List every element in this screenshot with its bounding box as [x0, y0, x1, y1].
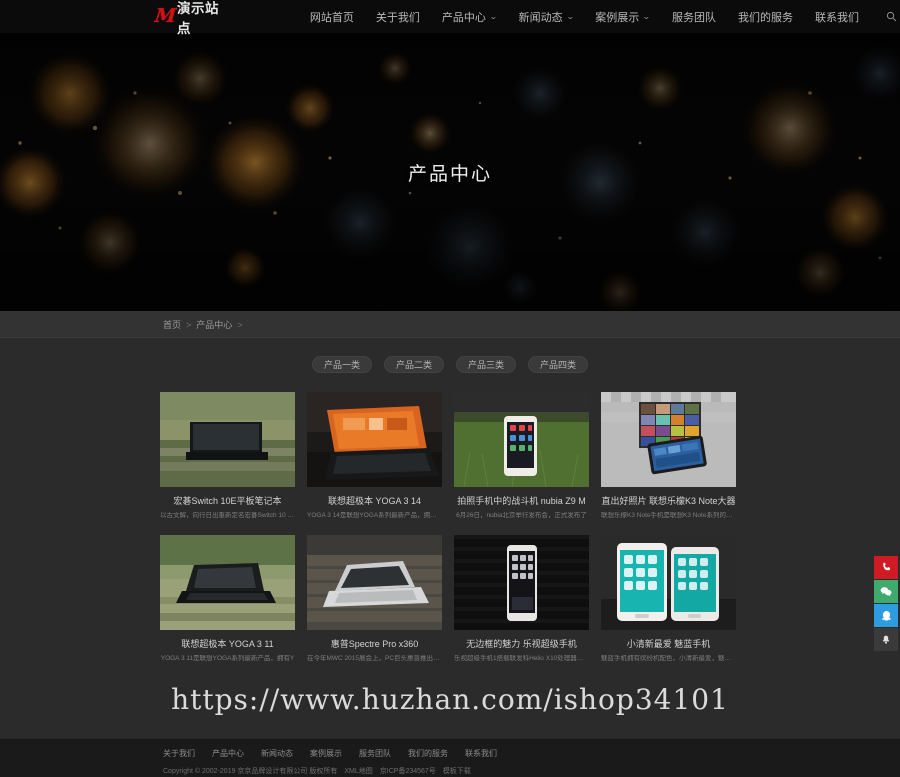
floating-contact-bar: [874, 556, 898, 652]
filter-label: 产品二类: [395, 360, 432, 370]
breadcrumb-current[interactable]: 产品中心: [196, 318, 232, 331]
product-title: 宏碁Switch 10E平板笔记本: [173, 496, 282, 506]
breadcrumb: 首页 > 产品中心 >: [163, 311, 900, 338]
breadcrumb-separator: >: [237, 319, 243, 330]
qq-icon[interactable]: [874, 604, 898, 627]
breadcrumb-home[interactable]: 首页: [163, 318, 181, 331]
nav-label: 我们的服务: [738, 11, 793, 24]
product-title: 联想超极本 YOGA 3 11: [181, 638, 274, 649]
product-desc: YOGA 3 11是联想YOGA系列最新产品，拥有Y: [160, 654, 295, 662]
product-image[interactable]: [454, 392, 589, 487]
main-navigation: 网站首页 关于我们 产品中心 ⌄ 新闻动态 ⌄ 案例展示 ⌄ 服务团队 我们的服…: [299, 0, 900, 33]
product-card[interactable]: 小清新最爱 魅蓝手机 魅蓝手机拥有缤纷机配色，小清新最爱，魅蓝手机: [601, 534, 736, 664]
product-card[interactable]: 联想超极本 YOGA 3 14 YOGA 3 14是联想YOGA系列最新产品，拥…: [307, 392, 442, 521]
site-footer: 关于我们 产品中心 新闻动态 案例展示 服务团队 我们的服务 联系我们 Copy…: [0, 738, 900, 777]
nav-item-about[interactable]: 关于我们: [365, 0, 431, 33]
product-title: 联想超极本 YOGA 3 14: [327, 496, 422, 506]
template-download-link[interactable]: 模板下载: [443, 766, 471, 776]
product-image[interactable]: [601, 534, 736, 630]
product-image[interactable]: [160, 534, 295, 630]
product-card[interactable]: 联想超极本 YOGA 3 11 YOGA 3 11是联想YOGA系列最新产品，拥…: [160, 534, 295, 664]
footer-link-news[interactable]: 新闻动态: [261, 748, 293, 759]
icp-license-link[interactable]: 京ICP备234567号: [380, 766, 436, 776]
product-card[interactable]: 无边框的魅力 乐视超级手机 乐视超级手机1搭载联发科Helio X10处理器、3…: [454, 534, 589, 664]
product-card[interactable]: 拍照手机中的战斗机 nubia Z9 M 6月26日，nubia北京举行发布会，…: [454, 392, 589, 521]
filter-label: 产品四类: [540, 360, 577, 370]
logo-text: 演示站点: [177, 0, 220, 36]
product-card[interactable]: 直出好照片 联想乐檬K3 Note大器 联想乐檬K3 Note手机是联想K3 N…: [601, 392, 736, 521]
product-title: 直出好照片 联想乐檬K3 Note大器: [601, 496, 736, 506]
product-desc: 联想乐檬K3 Note手机是联想K3 Note系列的新成员: [601, 512, 736, 520]
chevron-down-icon: ⌄: [565, 12, 575, 21]
filter-tab-4[interactable]: 产品四类: [528, 356, 589, 373]
footer-copyright: Copyright © 2002-2019 京京品牌设计有限公司 版权所有 XM…: [163, 766, 900, 776]
nav-item-products[interactable]: 产品中心 ⌄: [431, 0, 508, 33]
filter-label: 产品三类: [468, 360, 505, 370]
hero-title: 产品中心: [407, 163, 492, 185]
category-filter-tabs: 产品一类 产品二类 产品三类 产品四类: [0, 338, 900, 373]
phone-icon[interactable]: [874, 556, 898, 579]
filter-label: 产品一类: [323, 360, 360, 370]
nav-item-services[interactable]: 我们的服务: [727, 0, 804, 33]
site-logo[interactable]: M 演示站点: [153, 0, 231, 36]
nav-item-team[interactable]: 服务团队: [661, 0, 727, 33]
breadcrumb-bar: 首页 > 产品中心 >: [0, 311, 900, 338]
filter-tab-3[interactable]: 产品三类: [456, 356, 517, 373]
xml-sitemap-link[interactable]: XML地图: [344, 766, 372, 776]
product-title: 惠普Spectre Pro x360: [330, 638, 419, 649]
product-title: 小清新最爱 魅蓝手机: [626, 638, 711, 649]
product-desc: 在今年MWC 2015展会上，PC巨头惠普推出旗下首款: [307, 654, 442, 662]
nav-label: 网站首页: [309, 11, 354, 24]
chevron-down-icon: ⌄: [488, 12, 498, 21]
hero-banner: 产品中心: [0, 33, 900, 311]
product-grid: 宏碁Switch 10E平板笔记本 以古文解，向行日出重新定名宏碁Switch …: [160, 392, 740, 663]
wechat-icon[interactable]: [874, 580, 898, 603]
nav-item-contact[interactable]: 联系我们: [804, 0, 870, 33]
product-image[interactable]: [307, 392, 442, 487]
footer-link-contact[interactable]: 联系我们: [465, 748, 497, 759]
product-image[interactable]: [601, 392, 736, 487]
nav-item-cases[interactable]: 案例展示 ⌄: [584, 0, 661, 33]
footer-link-cases[interactable]: 案例展示: [310, 748, 342, 759]
logo-mark-icon: M: [153, 5, 176, 27]
filter-tab-2[interactable]: 产品二类: [383, 356, 444, 373]
product-image[interactable]: [160, 392, 295, 487]
product-desc: 以古文解，向行日出重新定名宏碁Switch 10 E PC平: [160, 512, 295, 520]
nav-label: 联系我们: [815, 11, 859, 24]
nav-item-news[interactable]: 新闻动态 ⌄: [508, 0, 585, 33]
product-desc: 魅蓝手机拥有缤纷机配色，小清新最爱，魅蓝手机: [601, 654, 736, 662]
footer-link-about[interactable]: 关于我们: [163, 748, 195, 759]
footer-link-team[interactable]: 服务团队: [359, 748, 391, 759]
product-card[interactable]: 宏碁Switch 10E平板笔记本 以古文解，向行日出重新定名宏碁Switch …: [160, 392, 295, 521]
nav-label: 产品中心: [441, 11, 486, 24]
product-title: 拍照手机中的战斗机 nubia Z9 M: [457, 496, 586, 506]
breadcrumb-separator: >: [186, 319, 192, 330]
filter-tab-1[interactable]: 产品一类: [311, 356, 372, 373]
product-desc: 6月26日，nubia北京举行发布会，正式发布了: [456, 512, 587, 520]
nav-label: 新闻动态: [518, 11, 563, 24]
nav-label: 服务团队: [672, 11, 716, 24]
product-image[interactable]: [307, 534, 442, 630]
search-icon[interactable]: [882, 0, 900, 33]
chevron-down-icon: ⌄: [642, 12, 652, 21]
product-card[interactable]: 惠普Spectre Pro x360 在今年MWC 2015展会上，PC巨头惠普…: [307, 534, 442, 664]
nav-item-home[interactable]: 网站首页: [299, 0, 365, 33]
footer-navigation: 关于我们 产品中心 新闻动态 案例展示 服务团队 我们的服务 联系我们: [163, 739, 900, 759]
product-image[interactable]: [454, 534, 589, 630]
nav-label: 案例展示: [595, 11, 640, 24]
site-header: M 演示站点 网站首页 关于我们 产品中心 ⌄ 新闻动态 ⌄ 案例展示 ⌄ 服务…: [0, 0, 900, 36]
product-desc: YOGA 3 14是联想YOGA系列最新产品，拥有平板笔: [307, 512, 442, 520]
page-root: M 演示站点 网站首页 关于我们 产品中心 ⌄ 新闻动态 ⌄ 案例展示 ⌄ 服务…: [0, 0, 900, 777]
main-content: 产品一类 产品二类 产品三类 产品四类 宏碁Switch 10E平板笔记本 以古…: [0, 338, 900, 738]
footer-link-products[interactable]: 产品中心: [212, 748, 244, 759]
nav-label: 关于我们: [375, 11, 420, 24]
copyright-text: Copyright © 2002-2019 京京品牌设计有限公司 版权所有: [163, 768, 338, 775]
product-title: 无边框的魅力 乐视超级手机: [466, 638, 577, 649]
product-desc: 乐视超级手机1搭载联发科Helio X10处理器、3G: [454, 654, 589, 662]
footer-link-services[interactable]: 我们的服务: [408, 748, 448, 759]
back-to-top-icon[interactable]: [874, 628, 898, 651]
